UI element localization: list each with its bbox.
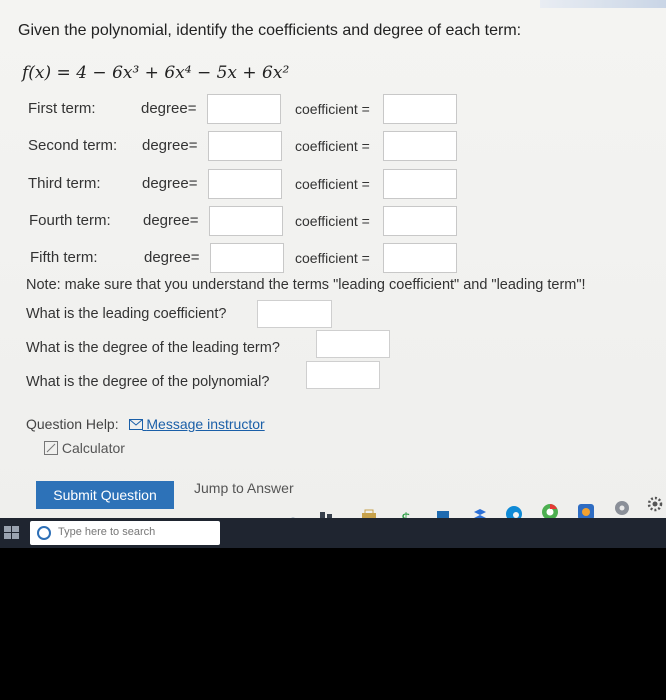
calculator-link[interactable]: Calculator — [44, 440, 125, 456]
app-icon-disk[interactable] — [612, 498, 632, 518]
settings-gear-icon[interactable] — [646, 494, 664, 514]
calculator-icon — [44, 441, 58, 455]
degree-label: degree= — [142, 175, 198, 192]
taskbar-search-box[interactable]: Type here to search — [30, 521, 220, 545]
leading-coefficient-question: What is the leading coefficient? — [26, 306, 227, 322]
coefficient-label: coefficient = — [295, 213, 370, 229]
term-label: Third term: — [28, 175, 101, 192]
question-title: Given the polynomial, identify the coeff… — [18, 22, 522, 39]
calculator-label: Calculator — [61, 440, 125, 456]
term-label: Fourth term: — [29, 212, 111, 229]
term-row-1: First term: degree= coefficient = — [0, 94, 666, 128]
polynomial-degree-question: What is the degree of the polynomial? — [26, 374, 270, 390]
top-edge-strip — [540, 0, 666, 8]
degree-input[interactable] — [210, 243, 284, 273]
browser-screen: Given the polynomial, identify the coeff… — [0, 0, 666, 528]
message-instructor-link[interactable]: Message instructor — [128, 416, 265, 432]
term-row-4: Fourth term: degree= coefficient = — [0, 206, 666, 240]
coefficient-input[interactable] — [383, 169, 457, 199]
term-row-3: Third term: degree= coefficient = — [0, 169, 666, 203]
coefficient-input[interactable] — [383, 131, 457, 161]
leading-term-degree-question: What is the degree of the leading term? — [26, 340, 280, 356]
degree-label: degree= — [144, 249, 200, 266]
coefficient-input[interactable] — [383, 94, 457, 124]
term-label: First term: — [28, 100, 96, 117]
degree-label: degree= — [142, 137, 198, 154]
message-instructor-label: Message instructor — [146, 416, 265, 432]
coefficient-label: coefficient = — [295, 176, 370, 192]
term-row-2: Second term: degree= coefficient = — [0, 131, 666, 165]
term-row-5: Fifth term: degree= coefficient = — [0, 243, 666, 277]
question-help-label: Question Help: — [26, 416, 119, 432]
degree-input[interactable] — [208, 169, 282, 199]
term-label: Fifth term: — [30, 249, 98, 266]
degree-label: degree= — [141, 100, 197, 117]
jump-to-answer-link[interactable]: Jump to Answer — [194, 480, 294, 496]
cortana-circle-icon — [37, 526, 51, 540]
note-text: Note: make sure that you understand the … — [26, 277, 586, 293]
degree-input[interactable] — [209, 206, 283, 236]
coefficient-label: coefficient = — [295, 138, 370, 154]
question-help: Question Help: Message instructor — [26, 416, 265, 432]
leading-coefficient-input[interactable] — [257, 300, 332, 328]
term-label: Second term: — [28, 137, 118, 154]
degree-label: degree= — [143, 212, 199, 229]
coefficient-label: coefficient = — [295, 101, 370, 117]
coefficient-label: coefficient = — [295, 250, 370, 266]
submit-question-button[interactable]: Submit Question — [36, 481, 174, 509]
leading-term-degree-input[interactable] — [316, 330, 390, 358]
degree-input[interactable] — [208, 131, 282, 161]
polynomial-degree-input[interactable] — [306, 361, 380, 389]
windows-start-icon[interactable] — [4, 526, 20, 540]
taskbar-search-placeholder: Type here to search — [58, 526, 156, 538]
degree-input[interactable] — [207, 94, 281, 124]
envelope-icon — [128, 419, 143, 430]
coefficient-input[interactable] — [383, 206, 457, 236]
coefficient-input[interactable] — [383, 243, 457, 273]
polynomial-formula: f(x) = 4 − 6x³ + 6x⁴ − 5x + 6x² — [22, 63, 290, 83]
